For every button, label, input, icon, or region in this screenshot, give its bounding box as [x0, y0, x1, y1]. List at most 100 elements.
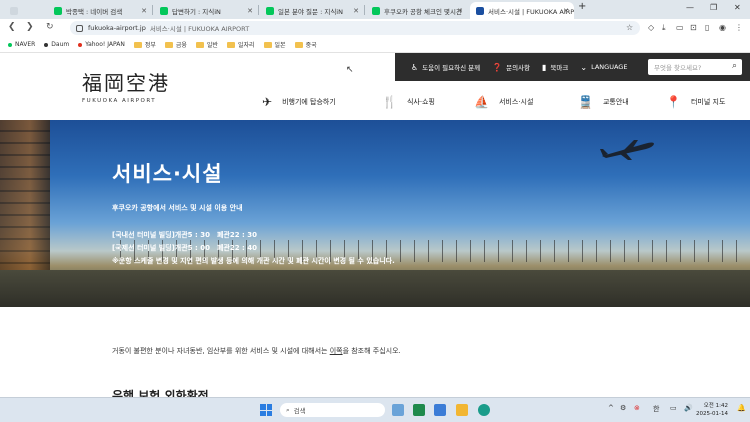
- tab-close-icon[interactable]: ✕: [563, 7, 569, 15]
- download-icon[interactable]: ⤓: [662, 23, 666, 33]
- bookmark-star-icon[interactable]: ☆: [626, 23, 633, 32]
- nav-services[interactable]: ⛵ 서비스·시설: [474, 95, 533, 109]
- bookmark-naver[interactable]: NAVER: [8, 41, 35, 48]
- network-icon[interactable]: ▭: [670, 404, 677, 412]
- tab-close-icon[interactable]: ✕: [247, 7, 253, 15]
- language-selector[interactable]: ⌄ LANGUAGE: [580, 63, 627, 72]
- hero-subtitle: 후쿠오카 공항에서 서비스 및 시설 이용 안내: [112, 204, 243, 212]
- search-icon[interactable]: ⌕: [732, 61, 737, 71]
- cast-icon[interactable]: ▭: [676, 23, 684, 32]
- site-info-icon[interactable]: [76, 24, 83, 32]
- airplane-favicon-icon: [476, 6, 484, 15]
- bookmark-label: Daum: [51, 41, 70, 48]
- widgets-icon[interactable]: [392, 404, 404, 416]
- clock-time: 오전 1:42: [703, 403, 728, 409]
- bookmark-folder-china[interactable]: 중국: [294, 40, 317, 49]
- tab-fukuoka-airport[interactable]: 서비스·시설 | FUKUOKA AIRP ✕: [470, 2, 574, 19]
- bookmark-folder-general[interactable]: 일반: [195, 40, 218, 49]
- tray-app-icon[interactable]: ⚙: [620, 404, 626, 412]
- bookmark-folder-finance[interactable]: 금융: [164, 40, 187, 49]
- volume-icon[interactable]: 🔊: [684, 404, 693, 412]
- close-button[interactable]: ✕: [734, 3, 741, 12]
- folder-icon: [263, 41, 272, 48]
- tab-fukuoka-checkin[interactable]: 후쿠오카 공항 체크인 몇시간 ✕: [366, 2, 468, 19]
- question-icon: ❓: [492, 62, 503, 72]
- train-icon: 🚆: [578, 95, 593, 109]
- tab-answer[interactable]: 답변하기 : 지식iN ✕: [154, 2, 258, 19]
- utility-label: 북마크: [550, 64, 569, 72]
- logo-english: FUKUOKA AIRPORT: [82, 98, 157, 104]
- url-text: fukuoka-airport.jp: [88, 24, 146, 32]
- folder-icon: [226, 41, 235, 48]
- address-bar[interactable]: fukuoka-airport.jp 서비스·시설 | FUKUOKA AIRP…: [70, 21, 640, 35]
- tab-label: 답변하기 : 지식iN: [172, 7, 221, 16]
- side-panel-icon[interactable]: ▯: [705, 23, 709, 32]
- tab-close-icon[interactable]: ✕: [141, 7, 147, 15]
- minimize-button[interactable]: —: [686, 3, 694, 12]
- tray-chevron-icon[interactable]: ^: [608, 404, 614, 412]
- nav-transport[interactable]: 🚆 교통안내: [578, 95, 629, 109]
- bookmark-label: 일본: [274, 42, 286, 49]
- profile-icon[interactable]: ◉: [719, 23, 726, 32]
- intro-text: 거동이 불편한 분이나 자녀동반, 임산부를 위한 서비스 및 시설에 대해서는…: [112, 346, 401, 356]
- notification-icon[interactable]: 🔔: [737, 404, 746, 412]
- utility-label: LANGUAGE: [591, 63, 628, 71]
- menu-icon[interactable]: ⋮: [735, 23, 743, 32]
- bookmark-folder-jobs[interactable]: 일자리: [226, 40, 255, 49]
- tab-search-icon[interactable]: [4, 2, 32, 19]
- bookmark-link[interactable]: ▮ 북마크: [542, 62, 569, 73]
- bookmark-folder-government[interactable]: 정부: [133, 40, 156, 49]
- bookmarks-bar: NAVER Daum Yahoo! JAPAN 정부 금융 일반 일자리 일본 …: [0, 37, 750, 53]
- windows-start-icon[interactable]: [260, 404, 272, 416]
- reload-icon[interactable]: ↻: [46, 22, 54, 32]
- bookmark-label: 일자리: [237, 42, 255, 49]
- app-green-icon[interactable]: [413, 404, 425, 416]
- bookmark-daum[interactable]: Daum: [44, 41, 69, 48]
- inquiry-link[interactable]: ❓ 문의사항: [492, 62, 531, 73]
- intro-before: 거동이 불편한 분이나 자녀동반, 임산부를 위한 서비스 및 시설에 대해서는: [112, 347, 330, 355]
- nav-dining-shopping[interactable]: 🍴 식사·쇼핑: [382, 95, 435, 109]
- tab-label: 서비스·시설 | FUKUOKA AIRP: [488, 7, 574, 16]
- tab-close-icon[interactable]: ✕: [353, 7, 359, 15]
- intro-link[interactable]: 이쪽: [330, 347, 343, 355]
- capture-icon[interactable]: ⊡: [690, 23, 697, 32]
- tab-label: 박종택 : 네이버 검색: [66, 7, 123, 16]
- store-icon[interactable]: [434, 404, 446, 416]
- ime-indicator[interactable]: 한: [653, 404, 659, 414]
- nav-label: 비행기에 탑승하기: [282, 98, 336, 106]
- taskbar: ⌕ 검색 ^ ⚙ ⊗ 한 ▭ 🔊 오전 1:42 2025-01-14 🔔: [0, 397, 750, 422]
- nav-boarding[interactable]: ✈ 비행기에 탑승하기: [262, 95, 336, 109]
- browser-toolbar: ❮ ❯ ↻ fukuoka-airport.jp 서비스·시설 | FUKUOK…: [0, 19, 750, 37]
- taskbar-search-input[interactable]: ⌕ 검색: [280, 403, 385, 417]
- back-icon[interactable]: ❮: [8, 22, 16, 32]
- tab-naver-search[interactable]: 박종택 : 네이버 검색 ✕: [48, 2, 152, 19]
- tab-close-icon[interactable]: ✕: [457, 7, 463, 15]
- utility-label: 문의사항: [506, 64, 531, 72]
- new-tab-button[interactable]: +: [578, 1, 586, 12]
- bookmark-icon: ▮: [542, 62, 547, 72]
- system-clock[interactable]: 오전 1:42 2025-01-14: [696, 402, 728, 418]
- nav-terminal-map[interactable]: 📍 터미널 지도: [666, 95, 725, 109]
- daum-icon: [44, 42, 49, 47]
- fork-knife-icon: 🍴: [382, 95, 397, 109]
- url-page-title: 서비스·시설 | FUKUOKA AIRPORT: [149, 25, 250, 33]
- bookmark-label: 일반: [206, 42, 218, 49]
- logo-kanji: 福岡空港: [82, 71, 170, 95]
- browser-app-icon[interactable]: [478, 404, 490, 416]
- utility-label: 도움이 필요하신 분께: [422, 64, 481, 72]
- utility-bar: ♿ 도움이 필요하신 분께 ❓ 문의사항 ▮ 북마크 ⌄ LANGUAGE 무엇을 찾으…: [395, 53, 750, 81]
- hero-notice: ※운항 스케줄 변경 및 지연 편의 발생 등에 의해 개관 시간 및 폐관 시…: [112, 257, 395, 265]
- tab-japan-questions[interactable]: 일본 분야 질문 : 지식iN ✕: [260, 2, 364, 19]
- site-search-input[interactable]: 무엇을 찾으세요? ⌕: [648, 59, 742, 75]
- hero-banner: 서비스·시설 후쿠오카 공항에서 서비스 및 시설 이용 안내 [국내선 터미널…: [0, 120, 750, 307]
- extensions-icon[interactable]: ◇: [648, 23, 654, 32]
- bookmark-folder-japan[interactable]: 일본: [263, 40, 286, 49]
- maximize-button[interactable]: ❐: [710, 3, 717, 12]
- accessibility-link[interactable]: ♿ 도움이 필요하신 분께: [411, 62, 481, 73]
- site-logo[interactable]: 福岡空港 FUKUOKA AIRPORT: [82, 67, 170, 104]
- file-explorer-icon[interactable]: [456, 404, 468, 416]
- tray-alert-icon[interactable]: ⊗: [634, 404, 640, 412]
- forward-icon[interactable]: ❯: [26, 22, 34, 32]
- tab-strip: 박종택 : 네이버 검색 ✕ 답변하기 : 지식iN ✕ 일본 분야 질문 : …: [0, 0, 750, 19]
- bookmark-yahoo-japan[interactable]: Yahoo! JAPAN: [78, 41, 125, 48]
